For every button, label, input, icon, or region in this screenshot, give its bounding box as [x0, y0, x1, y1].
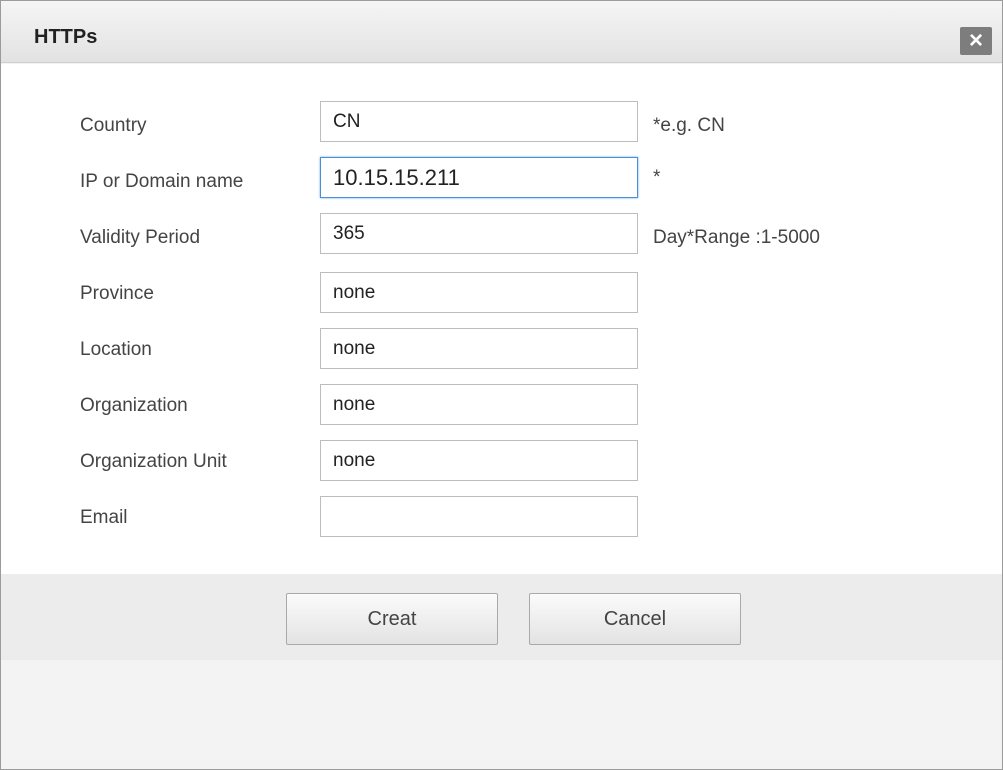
- organization-label: Organization: [80, 395, 188, 416]
- validity-period-label: Validity Period: [80, 227, 201, 248]
- validity-period-hint: Day*Range :1-5000: [653, 227, 820, 248]
- email-field[interactable]: [320, 496, 638, 537]
- email-label: Email: [80, 507, 128, 528]
- ip-domain-label: IP or Domain name: [80, 171, 244, 192]
- create-button[interactable]: Creat: [286, 593, 498, 645]
- cancel-button[interactable]: Cancel: [529, 593, 741, 645]
- province-label: Province: [80, 283, 154, 304]
- https-dialog: HTTPs × Country *e.g. CN IP or Domain na…: [0, 0, 1003, 770]
- location-label: Location: [80, 339, 152, 360]
- ip-domain-hint: *: [653, 167, 661, 188]
- province-field[interactable]: [320, 272, 638, 313]
- dialog-lower-area: [1, 660, 1002, 769]
- close-icon[interactable]: ×: [960, 27, 992, 55]
- location-field[interactable]: [320, 328, 638, 369]
- organization-unit-label: Organization Unit: [80, 451, 227, 472]
- organization-unit-field[interactable]: [320, 440, 638, 481]
- ip-domain-field[interactable]: [320, 157, 638, 198]
- dialog-footer: [1, 574, 1002, 660]
- dialog-title: HTTPs: [34, 26, 98, 48]
- dialog-titlebar: HTTPs ×: [1, 1, 1002, 63]
- organization-field[interactable]: [320, 384, 638, 425]
- country-label: Country: [80, 115, 147, 136]
- country-hint: *e.g. CN: [653, 115, 725, 136]
- validity-period-field[interactable]: [320, 213, 638, 254]
- country-field[interactable]: [320, 101, 638, 142]
